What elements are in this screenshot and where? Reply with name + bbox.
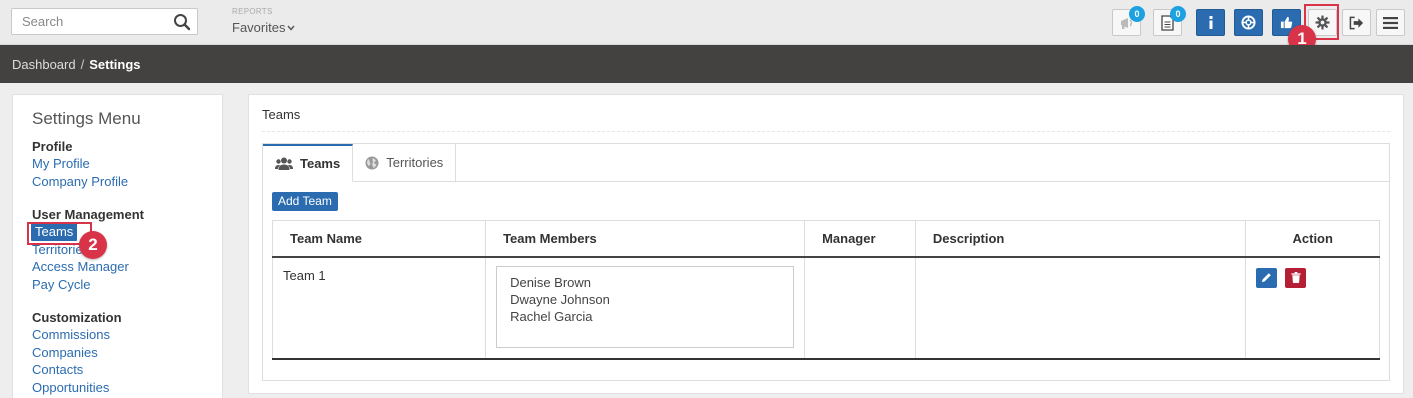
step-marker-2: 2 [79, 231, 107, 259]
chevron-down-icon [287, 25, 296, 31]
tab-territories-label: Territories [386, 155, 444, 170]
page-title: Teams [262, 107, 301, 122]
pencil-icon [1262, 273, 1272, 283]
reports-label: REPORTS [232, 7, 273, 16]
sidebar-group-heading: User Management [32, 207, 144, 222]
trash-icon [1291, 272, 1301, 283]
table-header-row: Team Name Team Members Manager Descripti… [271, 220, 1380, 258]
sidebar-item-access-manager[interactable]: Access Manager [32, 258, 129, 276]
sidebar-item-teams[interactable]: Teams [31, 223, 78, 241]
main-panel: Teams Teams Territories Add Team Team Na… [248, 94, 1404, 394]
logout-icon [1349, 16, 1364, 29]
thumbs-up-icon [1280, 16, 1293, 29]
search-icon[interactable] [173, 13, 191, 31]
breadcrumb-dashboard-link[interactable]: Dashboard [12, 57, 76, 72]
title-divider [262, 131, 1390, 132]
breadcrumb: Dashboard / Settings [0, 45, 1413, 83]
documents-count-badge: 0 [1170, 6, 1186, 22]
settings-menu-title: Settings Menu [32, 109, 141, 128]
table-row: Team 1 Denise Brown Dwayne Johnson Rache… [271, 256, 1380, 360]
favorites-label: Favorites [232, 20, 286, 35]
sidebar-item-companies[interactable]: Companies [32, 344, 98, 362]
tab-teams-label: Teams [300, 156, 341, 171]
sidebar-item-my-profile[interactable]: My Profile [32, 155, 90, 173]
column-header-manager[interactable]: Manager [804, 220, 916, 258]
sidebar-group-user-management: User Management Teams Territories Access… [31, 206, 222, 294]
hamburger-menu-icon [1383, 16, 1398, 29]
cell-team-members: Denise Brown Dwayne Johnson Rachel Garci… [485, 256, 806, 360]
team-member-item: Rachel Garcia [510, 308, 593, 324]
teams-table: Team Name Team Members Manager Descripti… [271, 220, 1380, 360]
sidebar-group-heading: Profile [32, 139, 73, 154]
reports-menu: REPORTS Favorites [232, 7, 296, 35]
sidebar-group-profile: Profile My Profile Company Profile [32, 138, 222, 190]
delete-team-button[interactable] [1285, 267, 1307, 288]
team-member-item: Denise Brown [510, 274, 592, 290]
settings-sidebar: Settings Menu Profile My Profile Company… [12, 94, 223, 398]
cell-team-name: Team 1 [271, 256, 487, 360]
sidebar-item-pay-cycle[interactable]: Pay Cycle [32, 276, 91, 294]
sidebar-item-commissions[interactable]: Commissions [32, 326, 110, 344]
gear-icon [1315, 15, 1330, 30]
tab-container: Teams Territories Add Team Team Name Tea… [262, 143, 1390, 381]
edit-team-button[interactable] [1256, 267, 1278, 288]
cell-actions [1245, 256, 1380, 360]
column-header-team-name[interactable]: Team Name [271, 220, 487, 258]
logout-button[interactable] [1342, 9, 1371, 36]
users-icon [275, 157, 293, 170]
info-button[interactable] [1196, 9, 1225, 36]
top-bar: REPORTS Favorites 0 0 [0, 0, 1413, 45]
cell-description [914, 256, 1247, 360]
column-header-team-members[interactable]: Team Members [485, 220, 806, 258]
announcements-count-badge: 0 [1129, 6, 1145, 22]
column-header-description[interactable]: Description [914, 220, 1247, 258]
announcements-button[interactable]: 0 [1112, 6, 1145, 36]
add-team-button[interactable]: Add Team [272, 192, 338, 211]
team-member-item: Dwayne Johnson [510, 291, 610, 307]
sidebar-group-heading: Customization [32, 310, 122, 325]
sidebar-item-contacts[interactable]: Contacts [32, 361, 83, 379]
search-input[interactable] [12, 9, 162, 34]
support-button[interactable] [1234, 9, 1263, 36]
globe-icon [365, 156, 379, 169]
lifebuoy-icon [1241, 15, 1256, 30]
breadcrumb-current: Settings [89, 56, 141, 72]
sidebar-item-opportunities[interactable]: Opportunities [32, 379, 109, 397]
tab-teams[interactable]: Teams [263, 144, 354, 182]
favorites-dropdown[interactable]: Favorites [232, 20, 296, 35]
tab-territories[interactable]: Territories [353, 144, 457, 182]
search-box [11, 8, 198, 35]
info-icon [1209, 16, 1212, 29]
documents-button[interactable]: 0 [1153, 6, 1186, 36]
cell-manager [804, 256, 916, 360]
sidebar-item-company-profile[interactable]: Company Profile [32, 173, 128, 191]
breadcrumb-separator: / [80, 56, 85, 72]
tab-bar: Teams Territories [263, 144, 457, 182]
team-members-list: Denise Brown Dwayne Johnson Rachel Garci… [496, 265, 795, 348]
main-menu-button[interactable] [1376, 9, 1405, 36]
column-header-action: Action [1245, 220, 1380, 258]
sidebar-group-customization: Customization Commissions Companies Cont… [32, 309, 222, 396]
